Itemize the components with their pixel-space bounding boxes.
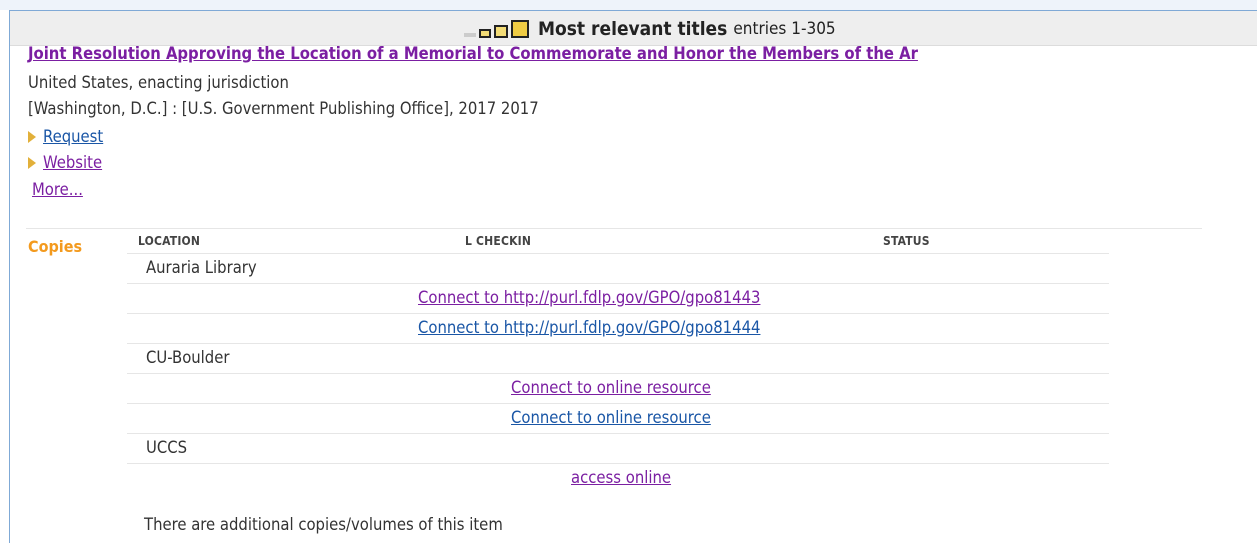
request-link[interactable]: Request <box>43 127 103 146</box>
arrow-right-icon <box>28 130 36 143</box>
resource-link[interactable]: Connect to http://purl.fdlp.gov/GPO/gpo8… <box>418 318 760 337</box>
column-location: LOCATION <box>138 234 201 248</box>
results-title: Most relevant titles <box>538 18 728 40</box>
copies-table: Auraria Library Connect to http://purl.f… <box>127 253 1109 493</box>
resource-row: access online <box>127 463 1109 493</box>
record-publisher: [Washington, D.C.] : [U.S. Government Pu… <box>28 99 539 118</box>
results-header: Most relevant titles entries 1-305 <box>10 11 1257 46</box>
view-size-4-icon[interactable] <box>511 20 529 38</box>
top-strip <box>0 0 1257 10</box>
website-action[interactable]: Website <box>28 153 102 172</box>
website-link[interactable]: Website <box>43 153 102 172</box>
arrow-right-icon <box>28 156 36 169</box>
view-size-1-icon[interactable] <box>464 33 476 37</box>
location-name: UCCS <box>146 438 188 457</box>
request-action[interactable]: Request <box>28 127 103 146</box>
view-size-2-icon[interactable] <box>479 28 491 38</box>
additional-copies-note: There are additional copies/volumes of t… <box>144 515 503 534</box>
location-row: UCCS <box>127 433 1109 463</box>
copies-divider <box>26 228 1202 229</box>
record-author: United States, enacting jurisdiction <box>28 73 289 92</box>
copies-label: Copies <box>28 237 83 256</box>
location-name: CU-Boulder <box>146 348 230 367</box>
location-row: Auraria Library <box>127 253 1109 283</box>
more-link[interactable]: More... <box>32 180 83 199</box>
results-entries: entries 1-305 <box>733 19 836 39</box>
view-size-3-icon[interactable] <box>494 24 508 38</box>
resource-link[interactable]: Connect to online resource <box>511 408 711 427</box>
location-row: CU-Boulder <box>127 343 1109 373</box>
record-title-link[interactable]: Joint Resolution Approving the Location … <box>28 44 918 63</box>
resource-link[interactable]: Connect to http://purl.fdlp.gov/GPO/gpo8… <box>418 288 760 307</box>
column-status: STATUS <box>883 234 930 248</box>
resource-link[interactable]: access online <box>571 468 671 487</box>
resource-link[interactable]: Connect to online resource <box>511 378 711 397</box>
column-checkin: L CHECKIN <box>465 234 532 248</box>
resource-row: Connect to http://purl.fdlp.gov/GPO/gpo8… <box>127 313 1109 343</box>
location-name: Auraria Library <box>146 258 257 277</box>
resource-row: Connect to http://purl.fdlp.gov/GPO/gpo8… <box>127 283 1109 313</box>
resource-row: Connect to online resource <box>127 373 1109 403</box>
resource-row: Connect to online resource <box>127 403 1109 433</box>
